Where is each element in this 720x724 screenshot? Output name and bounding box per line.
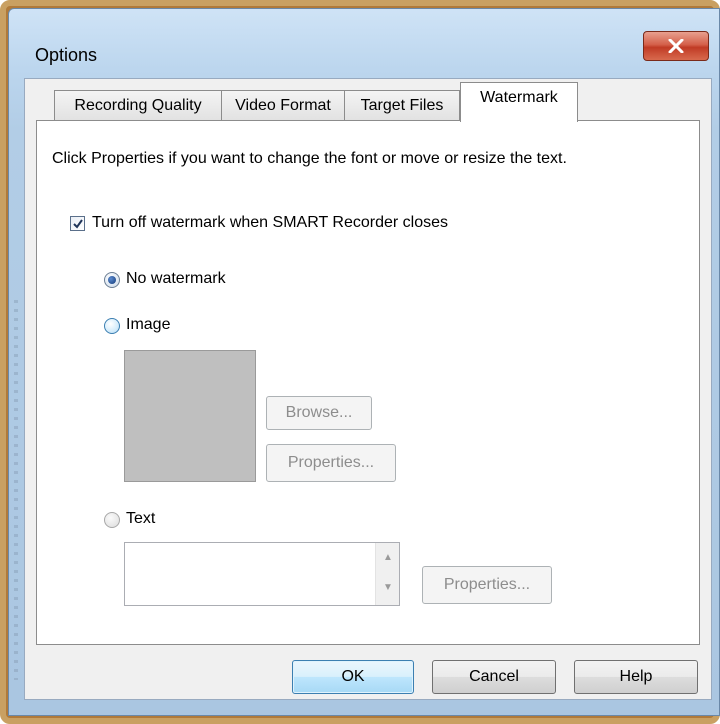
- text-label: Text: [126, 510, 156, 527]
- watermark-text-input[interactable]: ▲ ▼: [124, 542, 400, 606]
- tab-recording-quality[interactable]: Recording Quality: [54, 90, 222, 120]
- checkmark-icon: [73, 219, 83, 229]
- close-button[interactable]: [643, 31, 709, 61]
- help-button[interactable]: Help: [574, 660, 698, 694]
- image-label: Image: [126, 316, 171, 333]
- radio-selected-dot: [108, 276, 116, 284]
- window-title: Options: [35, 45, 98, 65]
- turn-off-watermark-label: Turn off watermark when SMART Recorder c…: [92, 214, 448, 231]
- close-x-icon: [668, 39, 684, 53]
- no-watermark-label: No watermark: [126, 270, 226, 287]
- browse-button[interactable]: Browse...: [266, 396, 372, 430]
- tab-target-files[interactable]: Target Files: [344, 90, 460, 120]
- image-preview: [124, 350, 256, 482]
- scroll-down-icon[interactable]: ▼: [383, 583, 393, 593]
- tab-video-format[interactable]: Video Format: [221, 90, 345, 120]
- cancel-button[interactable]: Cancel: [432, 660, 556, 694]
- tab-watermark[interactable]: Watermark: [460, 82, 578, 122]
- image-properties-button[interactable]: Properties...: [266, 444, 396, 482]
- image-radio[interactable]: [104, 318, 120, 334]
- text-properties-button[interactable]: Properties...: [422, 566, 552, 604]
- ok-button[interactable]: OK: [292, 660, 414, 694]
- instructions-text: Click Properties if you want to change t…: [52, 150, 567, 167]
- scroll-up-icon[interactable]: ▲: [383, 553, 393, 563]
- no-watermark-radio[interactable]: [104, 272, 120, 288]
- window-edge-shadow: [14, 300, 18, 680]
- text-scrollbar[interactable]: ▲ ▼: [375, 543, 399, 605]
- text-radio[interactable]: [104, 512, 120, 528]
- turn-off-watermark-checkbox[interactable]: [70, 216, 85, 231]
